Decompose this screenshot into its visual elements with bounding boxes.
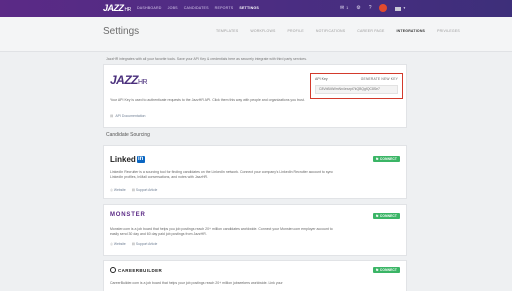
website-label: Website [113, 188, 126, 192]
help-icon[interactable]: ? [369, 4, 372, 12]
support-label: Support Article [135, 188, 158, 192]
jazzhr-logo[interactable]: JAZZHR [103, 3, 131, 13]
api-key-box: API Key GENERATE NEW KEY C8VbB4tWmNn4exz… [310, 73, 403, 99]
page-header [0, 17, 512, 52]
language-flag-icon[interactable] [395, 6, 402, 11]
api-key-field[interactable]: C8VbB4tWmNn4exzpt7kQBQgfQC8Se7 [315, 85, 398, 94]
nav-settings[interactable]: SETTINGS [239, 6, 259, 10]
integrations-intro-text: JazzHR integrates with all your favorite… [106, 57, 307, 61]
linkedin-links: ◎Website ▤Support Article [110, 188, 157, 192]
generate-new-key-link[interactable]: GENERATE NEW KEY [361, 77, 398, 81]
nav-dashboard[interactable]: DASHBOARD [137, 6, 162, 10]
linkedin-website-link[interactable]: ◎Website [110, 188, 126, 192]
careerbuilder-logo: CAREERBUILDER [110, 267, 162, 273]
careerbuilder-mark-icon [110, 267, 116, 273]
linkedin-in-badge: in [136, 156, 145, 163]
card-logo-text: JAZZ [110, 73, 139, 87]
api-documentation-label: API Documentation [115, 114, 146, 118]
nav-reports[interactable]: REPORTS [215, 6, 234, 10]
monster-logo: MONSTER [110, 212, 146, 218]
document-icon: ▤ [131, 242, 135, 246]
monster-website-link[interactable]: ◎Website [110, 242, 126, 246]
globe-icon: ◎ [110, 242, 113, 246]
careerbuilder-integration-card: CAREERBUILDER ⇆ CONNECT CareerBuilder.co… [103, 260, 407, 291]
top-navigation-bar: JAZZHR DASHBOARD JOBS CANDIDATES REPORTS… [0, 0, 512, 17]
support-label: Support Article [135, 242, 158, 246]
connect-label: CONNECT [379, 214, 398, 218]
chevron-down-icon[interactable]: ▾ [403, 6, 405, 10]
gear-icon[interactable]: ⚙ [356, 4, 360, 12]
tab-notifications[interactable]: NOTIFICATIONS [316, 29, 345, 33]
globe-icon: ◎ [110, 188, 113, 192]
document-icon: ▤ [110, 114, 114, 118]
careerbuilder-logo-text: CAREERBUILDER [118, 267, 163, 273]
linkedin-logo: Linked in [110, 155, 145, 164]
jazzhr-api-card: JAZZHR Your API Key is used to authentic… [103, 64, 407, 128]
monster-links: ◎Website ▤Support Article [110, 242, 157, 246]
user-avatar[interactable] [379, 4, 388, 12]
linkedin-description: LinkedIn Recruiter is a sourcing tool fo… [110, 170, 334, 179]
monster-support-link[interactable]: ▤Support Article [132, 242, 158, 246]
nav-candidates[interactable]: CANDIDATES [184, 6, 209, 10]
tab-profile[interactable]: PROFILE [288, 29, 304, 33]
mail-count: 1 [346, 6, 349, 10]
page-title: Settings [103, 26, 140, 37]
linkedin-support-link[interactable]: ▤Support Article [132, 188, 158, 192]
monster-integration-card: MONSTER ⇆ CONNECT Monster.com is a job b… [103, 204, 407, 256]
linkedin-integration-card: Linked in ⇆ CONNECT LinkedIn Recruiter i… [103, 145, 407, 199]
careerbuilder-connect-button[interactable]: ⇆ CONNECT [373, 267, 400, 273]
main-nav: DASHBOARD JOBS CANDIDATES REPORTS SETTIN… [137, 6, 259, 10]
tab-templates[interactable]: TEMPLATES [216, 29, 238, 33]
monster-description: Monster.com is a job board that helps yo… [110, 227, 333, 236]
tab-workflows[interactable]: WORKFLOWS [250, 29, 275, 33]
api-key-label: API Key [315, 77, 328, 81]
connect-label: CONNECT [379, 157, 398, 161]
api-documentation-link[interactable]: ▤ API Documentation [110, 114, 145, 118]
nav-jobs[interactable]: JOBS [168, 6, 178, 10]
logo-suffix: HR [124, 7, 132, 13]
jazzhr-card-logo: JAZZHR [110, 73, 180, 87]
linkedin-logo-text: Linked [110, 155, 136, 164]
settings-tabs: TEMPLATES WORKFLOWS PROFILE NOTIFICATION… [216, 29, 460, 33]
tab-privileges[interactable]: PRIVILEGES [437, 29, 460, 33]
monster-connect-button[interactable]: ⇆ CONNECT [373, 213, 400, 219]
top-utility-icons: ✉ 1 ⚙ ? ▾ [340, 4, 405, 12]
document-icon: ▤ [131, 188, 135, 192]
tab-integrations[interactable]: INTEGRATIONS [397, 29, 426, 33]
card-logo-suffix: HR [138, 79, 148, 86]
website-label: Website [113, 242, 126, 246]
logo-text: JAZZ [103, 3, 124, 13]
api-key-description: Your API Key is used to authenticate req… [110, 98, 305, 102]
careerbuilder-description: CareerBuilder.com is a job board that he… [110, 281, 283, 285]
mail-icon[interactable]: ✉ [340, 4, 344, 12]
candidate-sourcing-heading: Candidate Sourcing [106, 132, 150, 138]
connect-label: CONNECT [379, 268, 398, 272]
tab-career-page[interactable]: CAREER PAGE [357, 29, 384, 33]
linkedin-connect-button[interactable]: ⇆ CONNECT [373, 156, 400, 162]
